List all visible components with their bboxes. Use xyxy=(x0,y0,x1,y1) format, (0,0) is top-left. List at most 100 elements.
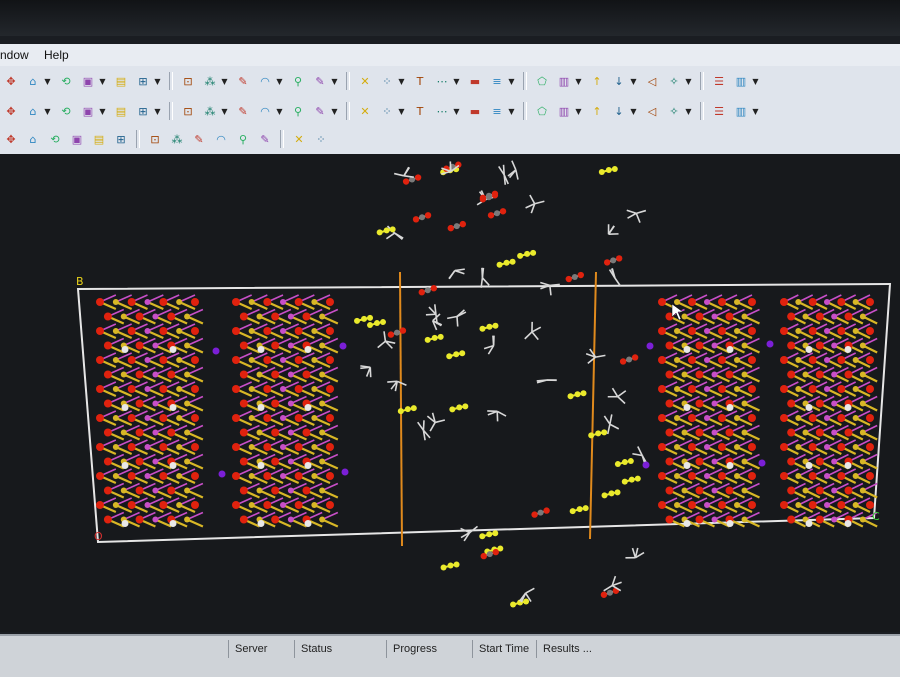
dropdown-arrow-icon[interactable]: ▼ xyxy=(752,102,759,120)
menu-window[interactable]: ndow xyxy=(0,48,29,62)
cross-icon[interactable]: ✕ xyxy=(356,72,374,90)
pencil-icon[interactable]: ✎ xyxy=(234,72,252,90)
wrench-icon[interactable]: ⟲ xyxy=(46,130,64,148)
text-icon[interactable]: T xyxy=(411,72,429,90)
win6-icon[interactable]: ▥ xyxy=(732,102,750,120)
lattice-icon[interactable]: ✎ xyxy=(311,102,329,120)
dropdown-arrow-icon[interactable]: ▼ xyxy=(331,102,338,120)
column-status[interactable]: Status xyxy=(294,640,385,658)
grid-icon[interactable]: ⌂ xyxy=(24,102,42,120)
dropdown-arrow-icon[interactable]: ▼ xyxy=(276,102,283,120)
move-icon[interactable]: ✥ xyxy=(2,72,20,90)
prev-icon[interactable]: ◁ xyxy=(643,72,661,90)
column-start-time[interactable]: Start Time xyxy=(472,640,537,658)
bar-icon[interactable]: ▬ xyxy=(466,72,484,90)
chart-icon[interactable]: ▥ xyxy=(555,72,573,90)
dropdown-arrow-icon[interactable]: ▼ xyxy=(575,102,582,120)
dropdown-arrow-icon[interactable]: ▼ xyxy=(44,102,51,120)
label-icon[interactable]: ✎ xyxy=(311,72,329,90)
dropdown-arrow-icon[interactable]: ▼ xyxy=(453,102,460,120)
undo-icon[interactable]: ✥ xyxy=(2,130,20,148)
flow-icon[interactable]: ⊡ xyxy=(179,102,197,120)
wave-icon[interactable]: ⁘ xyxy=(378,102,396,120)
layout-icon[interactable]: ▤ xyxy=(112,72,130,90)
column-results[interactable]: Results ... xyxy=(536,640,613,658)
play-icon[interactable]: ✎ xyxy=(190,130,208,148)
home-icon[interactable]: ⌂ xyxy=(24,72,42,90)
reset-icon[interactable]: ⁘ xyxy=(312,130,330,148)
chart2-icon[interactable]: ▥ xyxy=(732,72,750,90)
stop-icon[interactable]: ⊡ xyxy=(146,130,164,148)
fit-icon[interactable]: ▣ xyxy=(79,72,97,90)
dropdown-arrow-icon[interactable]: ▼ xyxy=(276,72,283,90)
dropdown-arrow-icon[interactable]: ▼ xyxy=(99,102,106,120)
arc-icon[interactable]: ◠ xyxy=(256,72,274,90)
graph-icon[interactable]: ⊡ xyxy=(179,72,197,90)
column-server[interactable]: Server xyxy=(228,640,295,658)
dropdown-arrow-icon[interactable]: ▼ xyxy=(685,102,692,120)
cage-icon[interactable]: ◠ xyxy=(256,102,274,120)
dropdown-arrow-icon[interactable]: ▼ xyxy=(508,72,515,90)
sphere2-icon[interactable]: ▥ xyxy=(555,102,573,120)
atoms-icon[interactable]: ⁘ xyxy=(378,72,396,90)
dropdown-arrow-icon[interactable]: ▼ xyxy=(630,72,637,90)
wand-icon[interactable]: ✧ xyxy=(665,72,683,90)
win3-icon[interactable]: ◁ xyxy=(643,102,661,120)
win1-icon[interactable]: ↑ xyxy=(588,102,606,120)
target-icon[interactable]: ✎ xyxy=(234,102,252,120)
dropdown-arrow-icon[interactable]: ▼ xyxy=(575,72,582,90)
step-fwd-icon[interactable]: ⁂ xyxy=(168,130,186,148)
list-icon[interactable]: ☰ xyxy=(710,72,728,90)
win4-icon[interactable]: ✧ xyxy=(665,102,683,120)
win5-icon[interactable]: ☰ xyxy=(710,102,728,120)
dropdown-arrow-icon[interactable]: ▼ xyxy=(685,72,692,90)
build-icon[interactable]: ▤ xyxy=(112,102,130,120)
cell-icon[interactable]: ⊞ xyxy=(134,72,152,90)
crystal-icon[interactable]: ▣ xyxy=(79,102,97,120)
dropdown-arrow-icon[interactable]: ▼ xyxy=(398,72,405,90)
play-back-icon[interactable]: ▤ xyxy=(90,130,108,148)
spheres-icon[interactable]: ⟲ xyxy=(57,102,75,120)
step-back-icon[interactable]: ⊞ xyxy=(112,130,130,148)
dropdown-arrow-icon[interactable]: ▼ xyxy=(154,72,161,90)
sym-icon[interactable]: ⁂ xyxy=(201,72,219,90)
dropdown-arrow-icon[interactable]: ▼ xyxy=(453,72,460,90)
protein-icon[interactable]: T xyxy=(411,102,429,120)
dropdown-arrow-icon[interactable]: ▼ xyxy=(508,102,515,120)
dropdown-arrow-icon[interactable]: ▼ xyxy=(44,72,51,90)
table-icon[interactable]: ⬠ xyxy=(533,102,551,120)
pause-icon[interactable]: ◠ xyxy=(212,130,230,148)
dropdown-arrow-icon[interactable]: ▼ xyxy=(630,102,637,120)
rotate-icon[interactable]: ⟲ xyxy=(57,72,75,90)
dna-icon[interactable]: ≡ xyxy=(488,102,506,120)
sort-asc-icon[interactable]: ↑ xyxy=(588,72,606,90)
dropdown-arrow-icon[interactable]: ▼ xyxy=(221,102,228,120)
surface-icon[interactable]: ⊞ xyxy=(134,102,152,120)
win2-icon[interactable]: ↓ xyxy=(610,102,628,120)
frame-icon[interactable]: ⌂ xyxy=(24,130,42,148)
rotate-l-icon[interactable]: ✎ xyxy=(256,130,274,148)
column-progress[interactable]: Progress xyxy=(386,640,471,658)
cube-icon[interactable]: ▣ xyxy=(68,130,86,148)
rotate-r-icon[interactable]: ✕ xyxy=(290,130,308,148)
ball-icon[interactable]: ✕ xyxy=(356,102,374,120)
spectrum-icon[interactable]: ▬ xyxy=(466,102,484,120)
bond-icon[interactable]: ⚲ xyxy=(289,72,307,90)
hbond-icon[interactable]: ⋯ xyxy=(433,72,451,90)
ring-icon[interactable]: ⋯ xyxy=(433,102,451,120)
menu-help[interactable]: Help xyxy=(44,48,69,62)
dropdown-arrow-icon[interactable]: ▼ xyxy=(221,72,228,90)
mol-icon[interactable]: ⚲ xyxy=(289,102,307,120)
arrow-icon[interactable]: ✥ xyxy=(2,102,20,120)
sort-desc-icon[interactable]: ↓ xyxy=(610,72,628,90)
stack-icon[interactable]: ≡ xyxy=(488,72,506,90)
dropdown-arrow-icon[interactable]: ▼ xyxy=(154,102,161,120)
molecular-scene[interactable]: B C O xyxy=(0,154,900,632)
pentagon-icon[interactable]: ⬠ xyxy=(533,72,551,90)
dropdown-arrow-icon[interactable]: ▼ xyxy=(752,72,759,90)
structure-viewer[interactable]: B C O xyxy=(0,154,900,632)
export-icon[interactable]: ⚲ xyxy=(234,130,252,148)
dropdown-arrow-icon[interactable]: ▼ xyxy=(99,72,106,90)
dropdown-arrow-icon[interactable]: ▼ xyxy=(398,102,405,120)
gallery-icon[interactable]: ⁂ xyxy=(201,102,219,120)
